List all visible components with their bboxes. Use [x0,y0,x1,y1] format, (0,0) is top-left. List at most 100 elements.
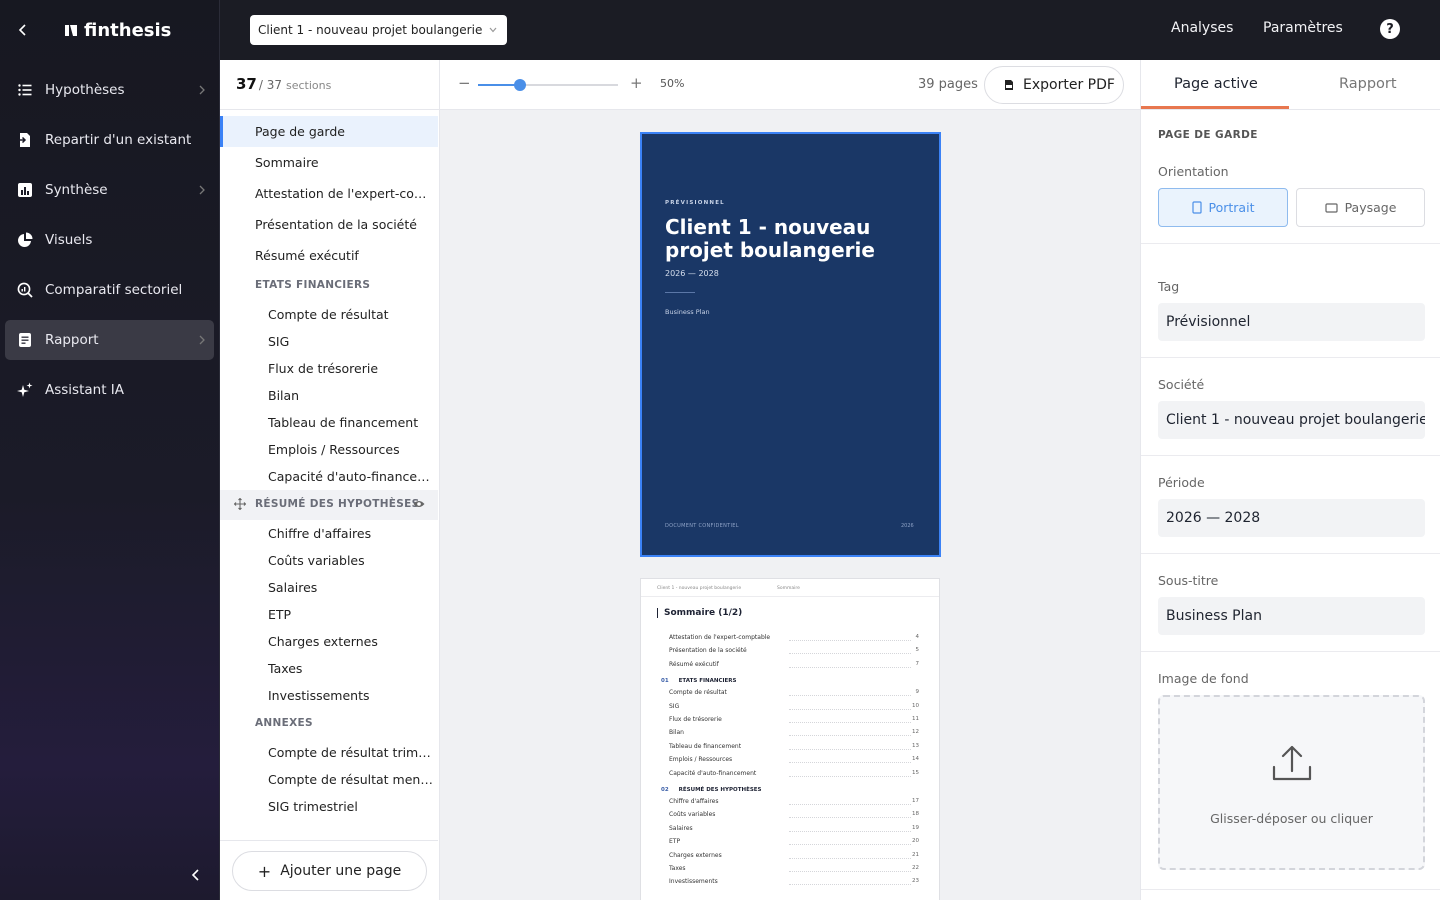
section-item-label: ETATS FINANCIERS [255,279,371,291]
zoom-slider[interactable] [478,84,618,86]
app-logo[interactable]: finthesis [64,20,171,41]
background-image-dropzone[interactable]: Glisser-déposer ou cliquer [1158,695,1425,870]
section-item[interactable]: SIG [220,328,438,355]
section-item[interactable]: Compte de résultat mensuel [220,766,438,793]
orientation-block: PAGE DE GARDE Orientation Portrait Paysa… [1141,110,1440,244]
sections-panel: 37 / 37 sections Page de garde Sommaire At… [220,60,440,900]
summary-entry-leader [789,640,911,641]
summary-page-thumbnail[interactable]: Client 1 - nouveau projet boulangerie So… [640,578,940,900]
section-group-header[interactable]: ETATS FINANCIERS [220,271,438,301]
sidebar-item-synth-se[interactable]: Synthèse [5,170,214,210]
summary-entry-leader [789,748,911,750]
summary-header-client: Client 1 - nouveau projet boulangerie [657,586,742,591]
visibility-eye-icon[interactable] [413,499,425,509]
export-pdf-button[interactable]: Exporter PDF [984,66,1124,104]
section-group-header[interactable]: ANNEXES [220,709,438,739]
summary-entry-label: SIG [669,702,680,710]
section-item-label: SIG [268,334,290,349]
report-icon [17,332,33,348]
section-item[interactable]: Résumé exécutif [220,240,438,271]
section-item[interactable]: Taxes [220,655,438,682]
tag-field[interactable] [1158,303,1425,341]
summary-entry-leader [789,695,911,697]
zoom-in-icon[interactable]: + [630,74,643,92]
section-item[interactable]: Sommaire [220,147,438,178]
section-item[interactable]: Flux de trésorerie [220,355,438,382]
sidebar-header: finthesis [0,0,219,60]
client-select[interactable]: Client 1 - nouveau projet boulangerie [250,15,507,45]
company-field[interactable] [1158,401,1425,439]
section-group-header[interactable]: RÉSUMÉ DES HYPOTHÈSES [220,490,438,520]
summary-entry-page: 5 [915,647,920,654]
back-arrow-icon[interactable] [16,23,30,37]
section-item[interactable]: Tableau de financement [220,409,438,436]
collapse-sidebar-icon[interactable] [190,868,202,882]
summary-entry: Flux de trésorerie 11 [669,716,919,726]
inspector-section-title: PAGE DE GARDE [1158,129,1258,141]
sidebar-item-repartir-d-un-existant[interactable]: Repartir d'un existant [5,120,214,160]
section-item-label: Salaires [268,580,318,595]
zoom-slider-thumb[interactable] [514,79,526,91]
summary-entry-page: 21 [912,851,919,858]
nav-link-analyses[interactable]: Analyses [1171,20,1233,36]
help-icon[interactable]: ? [1380,19,1400,39]
inspector-tabs: Page active Rapport [1141,60,1440,110]
summary-entry-leader [789,722,911,723]
section-item[interactable]: Investissements [220,682,438,709]
section-item[interactable]: Chiffre d'affaires [220,520,438,547]
subtitle-field[interactable] [1158,597,1425,635]
zoom-out-icon[interactable]: − [458,74,471,92]
dropzone-text: Glisser-déposer ou cliquer [1210,811,1373,826]
section-item-label: RÉSUMÉ DES HYPOTHÈSES [255,498,420,510]
section-item[interactable]: Salaires [220,574,438,601]
sidebar-item-rapport[interactable]: Rapport [5,320,214,360]
portrait-label: Portrait [1208,200,1255,215]
section-item[interactable]: Page de garde [220,116,438,147]
tab-rapport[interactable]: Rapport [1339,76,1397,92]
report-preview: − + 50% 39 pages Exporter PDF PRÉVISIONN… [440,60,1140,900]
cover-period: 2026 — 2028 [665,269,719,278]
summary-entry-leader [789,804,911,805]
section-item[interactable]: ETP [220,601,438,628]
cover-page-thumbnail[interactable]: PRÉVISIONNEL Client 1 - nouveau projet b… [640,132,941,557]
summary-entry-page: 11 [912,716,919,722]
tab-page-active[interactable]: Page active [1174,76,1258,92]
sidebar-item-label: Repartir d'un existant [45,132,192,148]
section-item-label: Capacité d'auto-financement [268,469,438,484]
drag-handle-icon[interactable] [234,498,246,510]
cover-page-content: PRÉVISIONNEL Client 1 - nouveau projet b… [642,134,939,555]
client-select-value: Client 1 - nouveau projet boulangerie [258,23,483,37]
period-field[interactable] [1158,499,1425,537]
portrait-button[interactable]: Portrait [1158,188,1288,227]
section-item[interactable]: Présentation de la société [220,209,438,240]
section-item-label: Compte de résultat trimestriel [268,745,438,760]
section-item[interactable]: Attestation de l'expert-comptable [220,178,438,209]
section-item[interactable]: Charges externes [220,628,438,655]
add-page-button[interactable]: + Ajouter une page [232,851,427,891]
nav-link-parametres[interactable]: Paramètres [1263,20,1343,36]
sidebar-item-hypoth-ses[interactable]: Hypothèses [5,70,214,110]
section-item[interactable]: Capacité d'auto-financement [220,463,438,490]
section-item[interactable]: SIG trimestriel [220,793,438,820]
import-icon [17,132,33,148]
section-item[interactable]: Compte de résultat trimestriel [220,739,438,766]
landscape-button[interactable]: Paysage [1296,188,1425,227]
chevron-down-icon [489,27,497,33]
section-item[interactable]: Bilan [220,382,438,409]
section-item[interactable]: Coûts variables [220,547,438,574]
sidebar-item-comparatif-sectoriel[interactable]: Comparatif sectoriel [5,270,214,310]
sections-footer: + Ajouter une page [220,840,438,900]
pdf-icon [1005,80,1013,90]
section-item-label: ANNEXES [255,717,313,729]
section-item-label: SIG trimestriel [268,799,358,814]
tag-block: Tag [1141,244,1440,358]
summary-entry-page: 19 [912,824,919,831]
sidebar-item-visuels[interactable]: Visuels [5,220,214,260]
section-item-label: Sommaire [255,155,319,170]
sidebar-item-assistant-ia[interactable]: Assistant IA [5,370,214,410]
summary-entry: Bilan 12 [669,729,919,739]
summary-entry-leader [789,817,911,819]
section-item[interactable]: Emplois / Ressources [220,436,438,463]
section-item[interactable]: Compte de résultat [220,301,438,328]
sparkle-icon [17,382,33,398]
